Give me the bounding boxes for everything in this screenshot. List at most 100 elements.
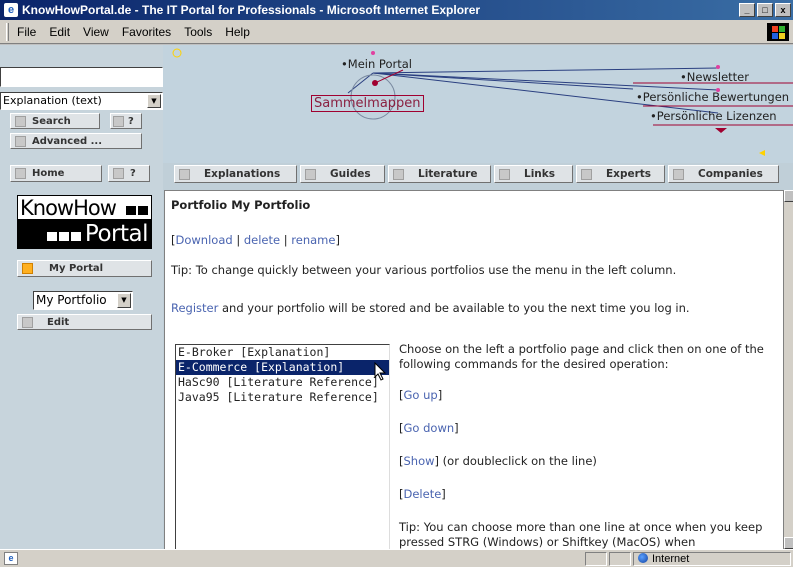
nav-mein-portal[interactable]: •Mein Portal [341, 57, 412, 71]
delete-link[interactable]: delete [244, 233, 280, 247]
close-button[interactable]: x [775, 3, 791, 17]
home-button-label: Home [32, 168, 65, 179]
logo-bottom: Portal [17, 220, 152, 249]
home-help-button[interactable]: ? [108, 165, 150, 182]
advanced-button-label: Advanced ... [32, 135, 103, 147]
security-zone: Internet [633, 552, 791, 566]
tab-square-icon [305, 168, 316, 180]
window-title-bar: e KnowHowPortal.de - The IT Portal for P… [0, 0, 793, 20]
menu-edit[interactable]: Edit [49, 25, 70, 39]
edit-button-label: Edit [47, 316, 70, 328]
register-note: Register and your portfolio will be stor… [171, 301, 690, 315]
separator: | [280, 233, 292, 247]
tab-companies-label: Companies [698, 168, 763, 180]
bracket-close: ] [335, 233, 340, 247]
tab-companies[interactable]: Companies [668, 165, 779, 183]
main-content: Portfolio My Portfolio [Download | delet… [164, 190, 783, 549]
active-square-icon [22, 263, 33, 274]
logo-blocks-icon [58, 232, 69, 241]
menu-tools[interactable]: Tools [184, 25, 212, 39]
nav-bewertungen[interactable]: •Persönliche Bewertungen [636, 90, 789, 104]
download-link[interactable]: Download [176, 233, 233, 247]
menu-file[interactable]: File [17, 25, 36, 39]
tab-explanations-label: Explanations [204, 168, 281, 180]
command-panel: Choose on the left a portfolio page and … [399, 342, 779, 549]
list-item[interactable]: E-Broker [Explanation] [176, 345, 389, 360]
nav-map-lines [172, 48, 793, 156]
portfolio-select[interactable]: My Portfolio ▼ [33, 291, 133, 310]
logo-line2: Portal [84, 221, 149, 247]
nav-newsletter[interactable]: •Newsletter [680, 70, 749, 84]
list-item[interactable]: Java95 [Literature Reference] [176, 390, 389, 405]
logo-line1: KnowHow [20, 196, 117, 220]
menu-favorites[interactable]: Favorites [122, 25, 171, 39]
vertical-scrollbar[interactable] [783, 190, 793, 549]
nav-lizenzen[interactable]: •Persönliche Lizenzen [650, 109, 777, 123]
knowhow-portal-logo[interactable]: KnowHow Portal [17, 195, 152, 249]
search-help-label: ? [128, 115, 134, 127]
status-cell [609, 552, 631, 566]
menu-view[interactable]: View [83, 25, 109, 39]
tab-links-label: Links [524, 168, 555, 180]
edit-portfolio-button[interactable]: Edit [17, 314, 152, 330]
search-button[interactable]: Search [10, 113, 100, 129]
tip-multiselect: Tip: You can choose more than one line a… [399, 520, 763, 549]
minimize-button[interactable]: _ [739, 3, 755, 17]
tab-guides[interactable]: Guides [300, 165, 385, 183]
scroll-down-arrow-icon[interactable] [784, 537, 793, 549]
show-hint: (or doubleclick on the line) [439, 454, 597, 468]
tab-square-icon [393, 168, 404, 180]
portfolio-list[interactable]: E-Broker [Explanation] E-Commerce [Expla… [175, 344, 390, 549]
tab-experts-label: Experts [606, 168, 652, 180]
scroll-up-arrow-icon[interactable] [784, 190, 793, 202]
list-item-selected[interactable]: E-Commerce [Explanation] [176, 360, 389, 375]
page-title: Portfolio My Portfolio [171, 198, 311, 212]
nav-bewertungen-label: Persönliche Bewertungen [642, 90, 790, 104]
register-text: and your portfolio will be stored and be… [218, 301, 690, 315]
nav-sammelmappen[interactable]: Sammelmappen [311, 95, 424, 112]
button-square-icon [113, 115, 124, 127]
mouse-cursor-icon [374, 362, 387, 381]
search-type-value: Explanation (text) [3, 94, 102, 107]
search-button-label: Search [32, 115, 71, 127]
menu-help[interactable]: Help [225, 25, 250, 39]
chevron-down-icon[interactable]: ▼ [117, 293, 131, 308]
nav-lizenzen-label: Persönliche Lizenzen [656, 109, 777, 123]
tab-square-icon [673, 168, 684, 180]
button-square-icon [15, 135, 26, 147]
register-link[interactable]: Register [171, 301, 218, 315]
search-help-button[interactable]: ? [110, 113, 142, 129]
rename-link[interactable]: rename [291, 233, 335, 247]
header-navigation-map: •Mein Portal Sammelmappen •Newsletter •P… [163, 45, 793, 163]
show-link[interactable]: Show [404, 454, 435, 468]
delete-command: [Delete] [399, 487, 446, 501]
logo-blocks-icon [137, 206, 148, 215]
home-button[interactable]: Home [10, 165, 102, 182]
go-up-link[interactable]: Go up [404, 388, 438, 402]
go-down-link[interactable]: Go down [404, 421, 455, 435]
tab-experts[interactable]: Experts [576, 165, 665, 183]
tab-literature-label: Literature [418, 168, 478, 180]
tip-portfolios: Tip: To change quickly between your vari… [171, 263, 677, 277]
my-portal-label: My Portal [49, 263, 104, 274]
tab-guides-label: Guides [330, 168, 371, 180]
logo-top: KnowHow [17, 195, 152, 220]
nav-mein-portal-label: Mein Portal [347, 57, 412, 71]
chevron-down-icon[interactable]: ▼ [147, 94, 161, 108]
search-input[interactable] [0, 67, 163, 87]
search-type-select[interactable]: Explanation (text) ▼ [0, 92, 163, 110]
go-up-command: [Go up] [399, 388, 443, 402]
tab-links[interactable]: Links [494, 165, 573, 183]
tab-square-icon [581, 168, 592, 180]
home-help-label: ? [130, 168, 136, 179]
my-portal-button[interactable]: My Portal [17, 260, 152, 277]
list-item[interactable]: HaSc90 [Literature Reference] [176, 375, 389, 390]
tab-literature[interactable]: Literature [388, 165, 491, 183]
advanced-search-button[interactable]: Advanced ... [10, 133, 142, 149]
logo-blocks-icon [46, 232, 57, 241]
delete-entry-link[interactable]: Delete [404, 487, 442, 501]
maximize-button[interactable]: □ [757, 3, 773, 17]
toolbar-grip [6, 22, 9, 41]
window-title: KnowHowPortal.de - The IT Portal for Pro… [22, 3, 481, 17]
tab-explanations[interactable]: Explanations [174, 165, 297, 183]
